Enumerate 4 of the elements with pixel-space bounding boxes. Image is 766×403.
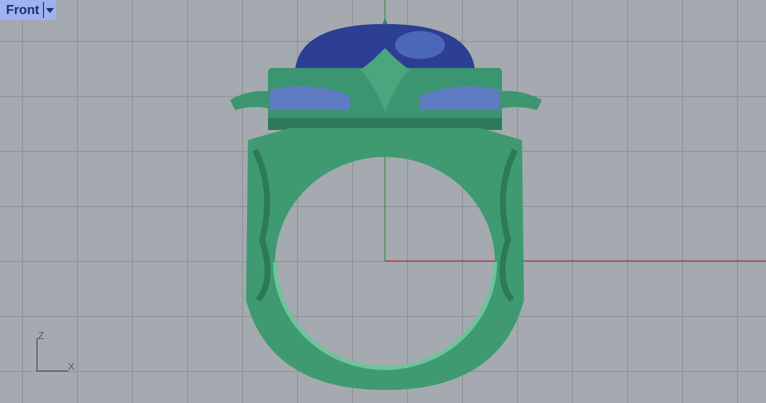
caret-icon — [46, 8, 54, 12]
axis-indicator-icon — [36, 338, 68, 372]
z-axis-label: Z — [38, 332, 44, 342]
x-axis-label: X — [68, 363, 75, 373]
